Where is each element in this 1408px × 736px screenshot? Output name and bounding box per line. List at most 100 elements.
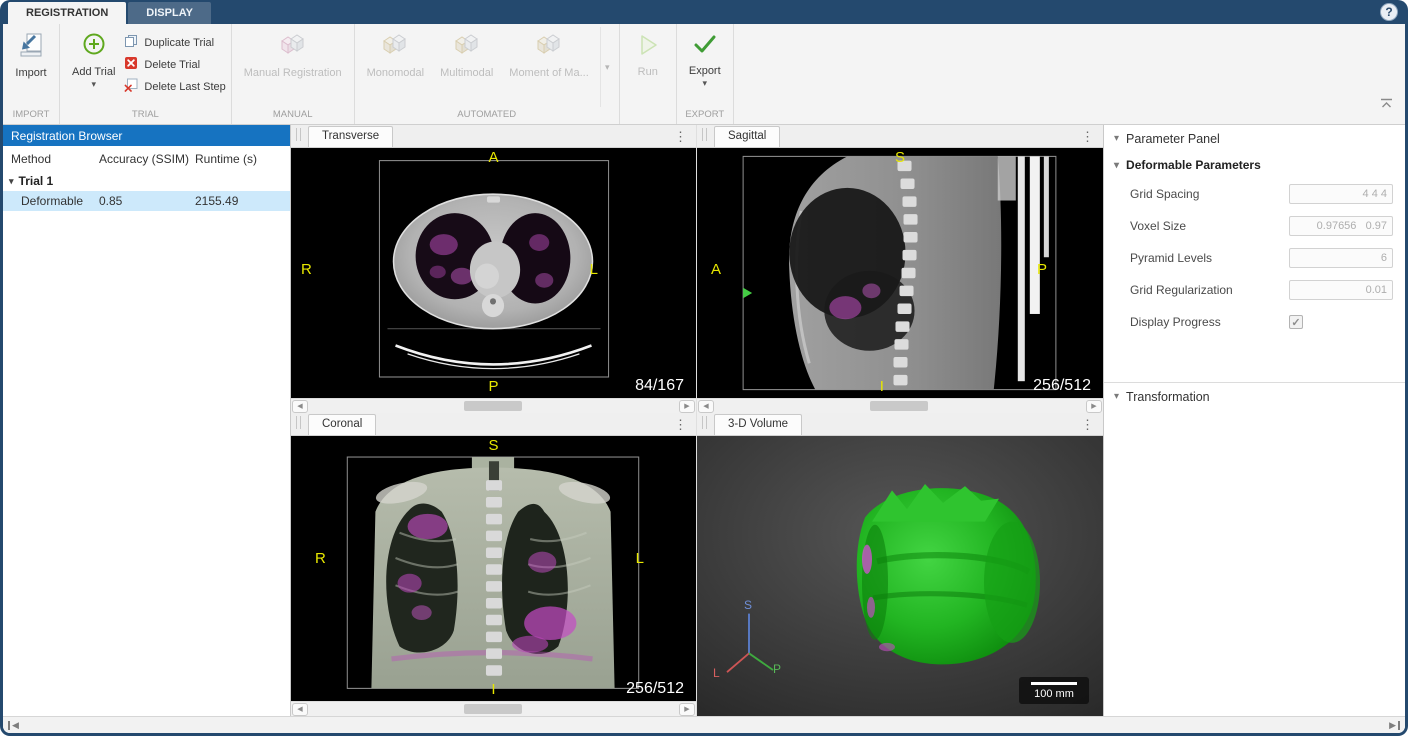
scale-bar-line xyxy=(1031,682,1077,685)
param-row-grid-regularization: Grid Regularization xyxy=(1104,274,1405,306)
delete-last-step-button[interactable]: Delete Last Step xyxy=(124,78,225,95)
scroll-left-icon[interactable]: ◀ xyxy=(292,703,308,716)
voxel-size-label: Voxel Size xyxy=(1130,219,1186,233)
section-automated: Monomodal xyxy=(355,24,620,124)
volume-header: 3-D Volume ⋮ xyxy=(697,413,1103,436)
trial-expand-icon[interactable]: ▾ xyxy=(9,176,14,187)
transverse-slice-counter: 84/167 xyxy=(635,377,684,395)
add-trial-dropdown-icon[interactable]: ▾ xyxy=(91,81,96,88)
param-row-grid-spacing: Grid Spacing xyxy=(1104,178,1405,210)
scroll-start-icon: ◀ xyxy=(12,721,19,730)
scroll-to-end-button[interactable]: ▶ xyxy=(1389,721,1400,730)
export-dropdown-icon[interactable]: ▾ xyxy=(703,80,708,87)
delete-trial-button[interactable]: Delete Trial xyxy=(124,56,225,73)
volume-menu-icon[interactable]: ⋮ xyxy=(1081,418,1094,431)
scroll-to-start-button[interactable]: ◀ xyxy=(8,721,19,730)
scrollbar-track[interactable] xyxy=(309,702,678,716)
sagittal-canvas[interactable]: S A P I 256/512 xyxy=(697,148,1103,398)
orientation-label-anterior: A xyxy=(488,149,498,166)
pyramid-levels-label: Pyramid Levels xyxy=(1130,251,1212,265)
bottom-scrollbar[interactable]: ◀ ▶ xyxy=(3,716,1405,733)
deformable-parameters-header[interactable]: ▾ Deformable Parameters xyxy=(1104,152,1405,178)
viewport-grid: Transverse ⋮ xyxy=(291,125,1104,716)
coronal-canvas[interactable]: S R L I 256/512 xyxy=(291,436,696,701)
main-area: Registration Browser Method Accuracy (SS… xyxy=(3,125,1405,716)
tab-3d-volume[interactable]: 3-D Volume xyxy=(714,414,802,435)
section-export: Export ▾ EXPORT xyxy=(677,24,734,124)
scroll-right-icon[interactable]: ▶ xyxy=(679,703,695,716)
orientation-label-superior: S xyxy=(488,437,498,454)
tab-registration[interactable]: REGISTRATION xyxy=(8,2,126,24)
voxel-size-input[interactable] xyxy=(1289,216,1393,236)
display-progress-checkbox[interactable]: ✓ xyxy=(1289,315,1303,329)
multimodal-button[interactable]: Multimodal xyxy=(433,27,500,81)
parameter-panel: ▾ Parameter Panel ▾ Deformable Parameter… xyxy=(1104,125,1405,716)
volume-canvas[interactable]: S L P 100 mm xyxy=(697,436,1103,716)
panel-drag-handle-icon[interactable] xyxy=(702,128,707,141)
tab-sagittal[interactable]: Sagittal xyxy=(714,126,780,147)
grid-regularization-input[interactable] xyxy=(1289,280,1393,300)
transverse-canvas[interactable]: A R L P 84/167 xyxy=(291,148,696,398)
transverse-viewport: Transverse ⋮ xyxy=(291,125,696,413)
panel-drag-handle-icon[interactable] xyxy=(296,416,301,429)
moment-of-mass-button[interactable]: Moment of Ma... xyxy=(502,27,595,81)
duplicate-trial-icon xyxy=(124,34,138,51)
sagittal-header: Sagittal ⋮ xyxy=(697,125,1103,148)
help-button[interactable]: ? xyxy=(1380,3,1398,21)
sagittal-menu-icon[interactable]: ⋮ xyxy=(1081,130,1094,143)
pyramid-levels-input[interactable] xyxy=(1289,248,1393,268)
orientation-label-posterior: P xyxy=(1037,261,1047,278)
transformation-header[interactable]: ▾ Transformation xyxy=(1104,383,1405,410)
run-button[interactable]: Run xyxy=(625,27,671,80)
axis-label-posterior: P xyxy=(773,662,781,676)
collapse-section-icon[interactable]: ▾ xyxy=(1114,391,1119,402)
sagittal-slice-scrollbar[interactable]: ◀ ▶ xyxy=(697,398,1103,413)
check-icon: ✓ xyxy=(1291,316,1300,329)
transverse-menu-icon[interactable]: ⋮ xyxy=(674,130,687,143)
scroll-left-icon[interactable]: ◀ xyxy=(698,400,714,413)
multimodal-label: Multimodal xyxy=(440,67,493,79)
monomodal-button[interactable]: Monomodal xyxy=(360,27,431,81)
param-row-pyramid-levels: Pyramid Levels xyxy=(1104,242,1405,274)
scroll-right-icon[interactable]: ▶ xyxy=(679,400,695,413)
panel-drag-handle-icon[interactable] xyxy=(702,416,707,429)
column-runtime: Runtime (s) xyxy=(195,152,290,166)
manual-registration-button[interactable]: Manual Registration xyxy=(237,27,349,81)
collapse-toolstrip-button[interactable] xyxy=(1380,96,1393,114)
delete-last-step-icon xyxy=(124,78,138,95)
panel-drag-handle-icon[interactable] xyxy=(296,128,301,141)
transformation-title: Transformation xyxy=(1126,390,1210,404)
grid-spacing-input[interactable] xyxy=(1289,184,1393,204)
scrollbar-thumb[interactable] xyxy=(464,401,522,411)
scrollbar-thumb[interactable] xyxy=(464,704,522,714)
collapse-group-icon[interactable]: ▾ xyxy=(1114,160,1119,171)
table-row[interactable]: Deformable 0.85 2155.49 xyxy=(3,191,290,211)
coronal-slice-scrollbar[interactable]: ◀ ▶ xyxy=(291,701,696,716)
add-trial-label: Add Trial xyxy=(72,66,115,78)
scroll-right-icon[interactable]: ▶ xyxy=(1086,400,1102,413)
trial-group-row[interactable]: ▾ Trial 1 xyxy=(3,171,290,191)
scrollbar-track[interactable] xyxy=(309,399,678,413)
automated-gallery-dropdown-icon[interactable]: ▾ xyxy=(600,27,614,107)
param-row-display-progress: Display Progress ✓ xyxy=(1104,306,1405,338)
orientation-label-posterior: P xyxy=(488,378,498,395)
tab-display[interactable]: DISPLAY xyxy=(128,2,211,24)
scrollbar-track[interactable] xyxy=(715,399,1085,413)
orientation-label-inferior: I xyxy=(880,378,884,395)
volume-viewport: 3-D Volume ⋮ xyxy=(697,413,1103,716)
coronal-menu-icon[interactable]: ⋮ xyxy=(674,418,687,431)
collapse-section-icon[interactable]: ▾ xyxy=(1114,133,1119,144)
scrollbar-thumb[interactable] xyxy=(870,401,928,411)
tab-transverse[interactable]: Transverse xyxy=(308,126,393,147)
tab-coronal[interactable]: Coronal xyxy=(308,414,376,435)
transverse-slice-scrollbar[interactable]: ◀ ▶ xyxy=(291,398,696,413)
parameter-panel-header[interactable]: ▾ Parameter Panel xyxy=(1104,125,1405,152)
delete-last-step-label: Delete Last Step xyxy=(144,81,225,93)
orientation-label-right: R xyxy=(315,550,326,567)
add-trial-button[interactable]: Add Trial ▾ xyxy=(65,27,122,90)
export-button[interactable]: Export ▾ xyxy=(682,27,728,89)
coronal-slice-counter: 256/512 xyxy=(626,680,684,698)
import-button[interactable]: Import xyxy=(8,27,54,81)
duplicate-trial-button[interactable]: Duplicate Trial xyxy=(124,34,225,51)
scroll-left-icon[interactable]: ◀ xyxy=(292,400,308,413)
